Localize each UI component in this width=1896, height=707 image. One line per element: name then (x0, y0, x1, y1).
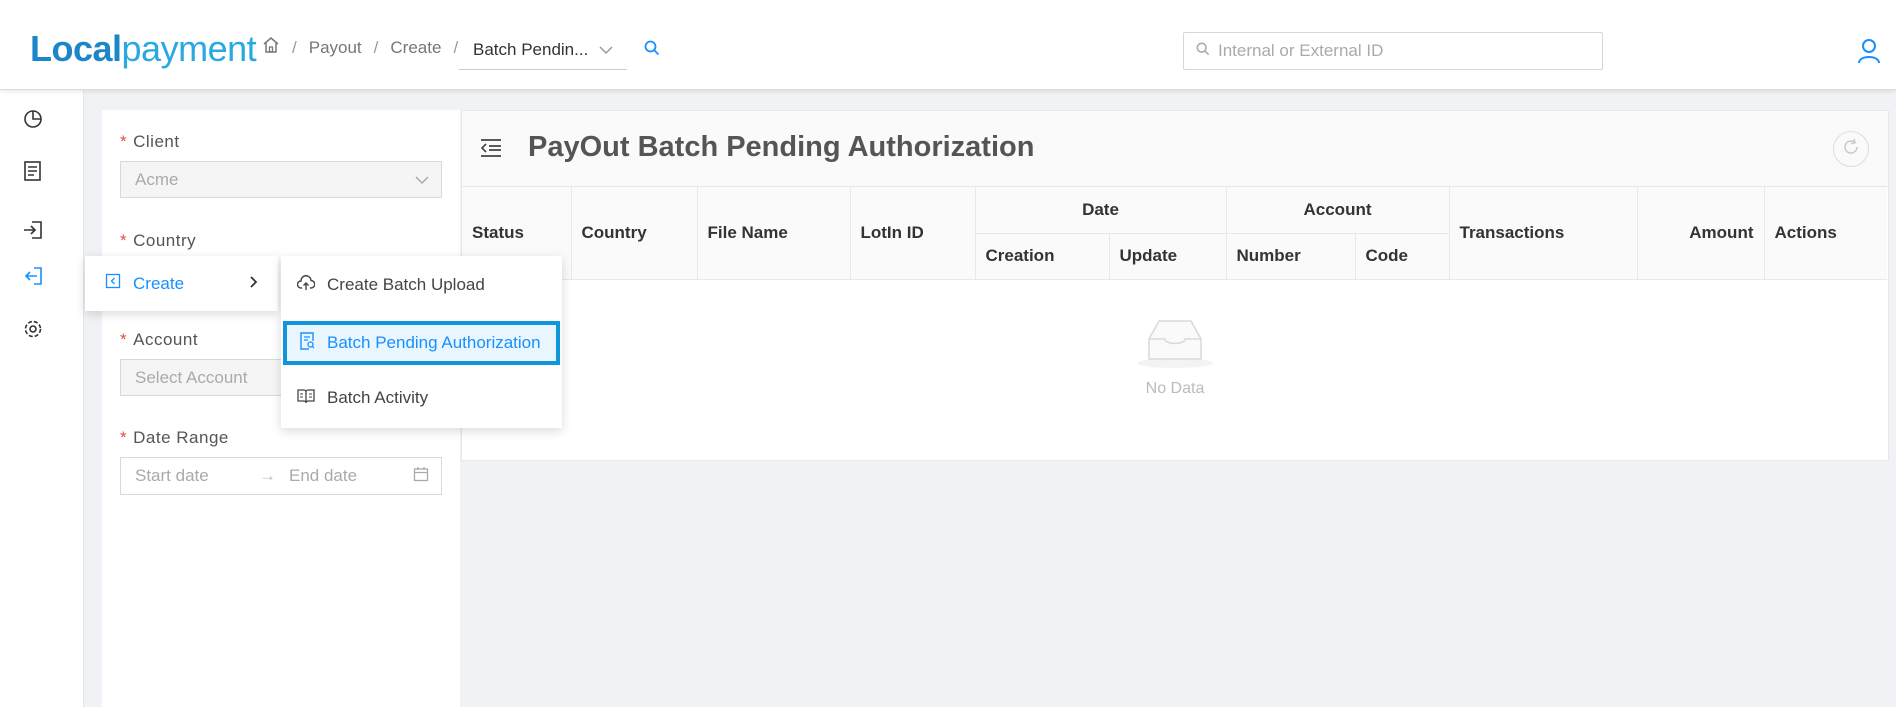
column-group-date: Date (975, 187, 1227, 234)
home-icon[interactable] (262, 36, 280, 59)
empty-state: No Data (462, 315, 1888, 398)
logo-text-payment: payment (121, 28, 257, 69)
top-header: Localpayment / Payout / Create / Batch P… (0, 0, 1896, 90)
empty-state-text: No Data (1145, 380, 1205, 397)
arrow-right-icon: → (259, 466, 276, 485)
column-header-country[interactable]: Country (571, 187, 698, 280)
id-search-box[interactable] (1183, 32, 1603, 70)
chevron-down-icon (599, 40, 613, 60)
breadcrumb-payout[interactable]: Payout (309, 38, 362, 58)
menu-item-batch-activity[interactable]: Batch Activity (281, 376, 562, 420)
client-value: Acme (135, 169, 179, 189)
breadcrumb-separator: / (373, 37, 379, 57)
book-icon (297, 388, 315, 409)
results-table: Status Country File Name LotIn ID Date A… (462, 187, 1887, 280)
country-label: * Country (120, 231, 197, 250)
breadcrumb-current: Batch Pendin... (473, 39, 589, 59)
column-header-lotin-id[interactable]: LotIn ID (850, 187, 976, 280)
end-date-input[interactable]: End date (289, 466, 413, 486)
user-icon[interactable] (1857, 38, 1881, 69)
menu-item-label: Batch Activity (327, 388, 429, 407)
breadcrumb-separator: / (453, 37, 459, 57)
payout-icon[interactable] (22, 265, 44, 292)
breadcrumb: / Payout / Create / (262, 36, 470, 59)
results-card: PayOut Batch Pending Authorization Statu… (461, 110, 1889, 461)
column-header-file-name[interactable]: File Name (697, 187, 851, 280)
account-label: * Account (120, 330, 199, 349)
daterange-label: * Date Range (120, 428, 229, 447)
search-icon[interactable] (644, 40, 660, 61)
column-header-code[interactable]: Code (1355, 233, 1450, 280)
logo-text-local: Local (30, 28, 122, 69)
client-select[interactable]: Acme (120, 161, 442, 198)
column-header-update[interactable]: Update (1109, 233, 1227, 280)
menu-item-create-batch-upload[interactable]: Create Batch Upload (281, 263, 562, 307)
start-date-input[interactable]: Start date (135, 466, 259, 486)
menu-item-batch-pending-authorization[interactable]: Batch Pending Authorization (283, 321, 560, 365)
cloud-upload-icon (296, 274, 316, 296)
client-label: * Client (120, 132, 180, 151)
breadcrumb-separator: / (292, 37, 297, 57)
id-search-input[interactable] (1218, 41, 1578, 61)
menu-fold-icon[interactable] (480, 138, 502, 163)
menu-item-label: Create Batch Upload (327, 275, 485, 294)
refresh-button[interactable] (1833, 131, 1869, 167)
create-icon (105, 273, 121, 294)
dashboard-icon[interactable] (22, 108, 44, 135)
reload-icon (1842, 138, 1860, 161)
create-menu-label: Create (133, 273, 185, 293)
create-submenu: Create Batch Upload Batch Pending Author… (281, 256, 562, 428)
calendar-icon[interactable] (413, 466, 429, 487)
inbox-icon (1135, 320, 1215, 373)
column-header-transactions[interactable]: Transactions (1449, 187, 1638, 280)
card-header: PayOut Batch Pending Authorization (462, 111, 1888, 187)
search-icon (1196, 42, 1210, 61)
column-header-creation[interactable]: Creation (975, 233, 1110, 280)
menu-item-label: Batch Pending Authorization (327, 333, 541, 352)
breadcrumb-page-select[interactable]: Batch Pendin... (459, 30, 627, 70)
column-header-amount[interactable]: Amount (1637, 187, 1765, 280)
breadcrumb-create[interactable]: Create (390, 38, 441, 58)
sidebar (0, 90, 84, 707)
chevron-down-icon (415, 170, 429, 190)
reports-icon[interactable] (22, 160, 44, 187)
chevron-right-icon (249, 275, 258, 294)
payin-icon[interactable] (22, 219, 44, 246)
page-title: PayOut Batch Pending Authorization (528, 131, 1035, 163)
file-search-icon (299, 331, 315, 355)
logo[interactable]: Localpayment (30, 28, 257, 70)
gear-icon[interactable] (22, 318, 44, 345)
column-header-number[interactable]: Number (1226, 233, 1356, 280)
column-group-account: Account (1226, 187, 1450, 234)
account-placeholder: Select Account (135, 367, 248, 387)
daterange-picker[interactable]: Start date → End date (120, 457, 442, 495)
column-header-actions: Actions (1764, 187, 1887, 280)
create-submenu-trigger[interactable]: Create (85, 256, 278, 311)
